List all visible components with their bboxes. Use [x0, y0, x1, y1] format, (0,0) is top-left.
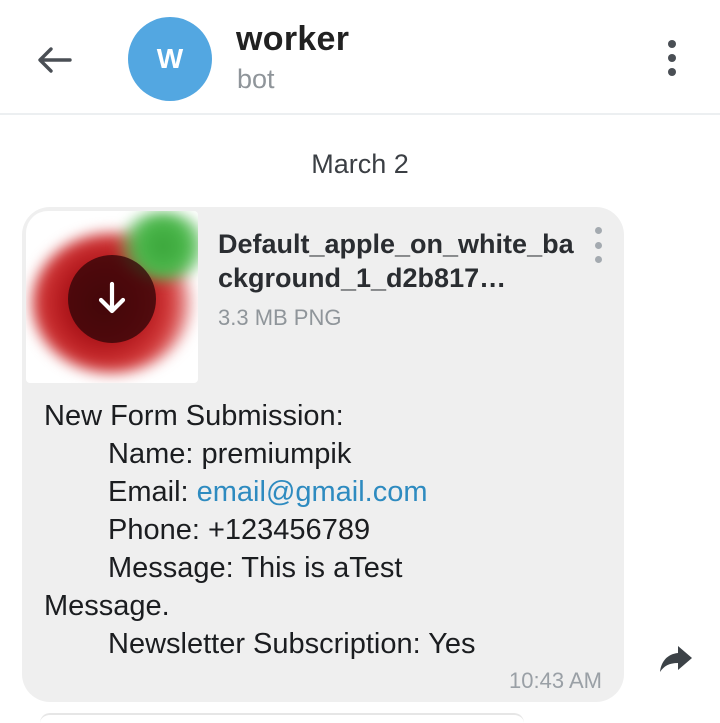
- message-line: New Form Submission:: [44, 400, 344, 432]
- newsletter-value: Yes: [428, 628, 476, 660]
- message-line: Name: premiumpik: [44, 435, 604, 473]
- message-line: Newsletter Subscription: Yes: [44, 625, 604, 663]
- message-value: This is aTest: [241, 552, 403, 584]
- more-dot: [668, 54, 676, 62]
- message-time: 10:43 AM: [509, 668, 602, 693]
- date-separator: March 2: [311, 149, 409, 179]
- chat-subtitle: bot: [237, 64, 275, 94]
- phone-value: +123456789: [207, 514, 371, 546]
- file-meta: 3.3 MB PNG: [218, 305, 342, 330]
- more-dot: [668, 68, 676, 76]
- download-button[interactable]: [68, 255, 156, 343]
- chat-area[interactable]: March 2 Default_apple_on_white_backgroun…: [0, 115, 720, 717]
- more-menu-button[interactable]: [648, 30, 696, 86]
- email-link[interactable]: email@gmail.com: [197, 476, 428, 508]
- file-thumbnail[interactable]: [26, 211, 198, 383]
- message-bubble[interactable]: Default_apple_on_white_background_1_d2b8…: [22, 207, 624, 702]
- next-message-edge: [40, 713, 524, 723]
- avatar-letter: W: [156, 43, 184, 74]
- file-name[interactable]: Default_apple_on_white_background_1_d2b8…: [218, 227, 578, 295]
- forward-button[interactable]: [654, 639, 698, 679]
- name-value: premiumpik: [201, 438, 352, 470]
- chat-header: W worker bot: [0, 0, 720, 115]
- message-line: Message: This is aTest: [44, 549, 604, 587]
- download-arrow-icon: [98, 281, 126, 314]
- message-line: Message.: [44, 590, 170, 622]
- back-button[interactable]: [22, 28, 86, 92]
- newsletter-label: Newsletter Subscription:: [108, 628, 429, 660]
- more-vertical-icon: [668, 40, 676, 48]
- message-label: Message:: [108, 552, 242, 584]
- message-line: Email: email@gmail.com: [44, 473, 604, 511]
- message-line: Phone: +123456789: [44, 511, 604, 549]
- message-text: New Form Submission: Name: premiumpik Em…: [44, 397, 604, 663]
- avatar[interactable]: W: [128, 17, 212, 101]
- chat-title[interactable]: worker: [236, 20, 349, 59]
- arrow-left-icon: [38, 47, 72, 73]
- name-label: Name:: [108, 438, 202, 470]
- forward-share-icon: [660, 646, 692, 672]
- file-menu-button[interactable]: [588, 227, 608, 263]
- phone-label: Phone:: [108, 514, 208, 546]
- more-dot: [594, 256, 602, 263]
- more-dot: [594, 241, 602, 249]
- email-label: Email:: [108, 476, 197, 508]
- more-vertical-icon: [594, 227, 602, 234]
